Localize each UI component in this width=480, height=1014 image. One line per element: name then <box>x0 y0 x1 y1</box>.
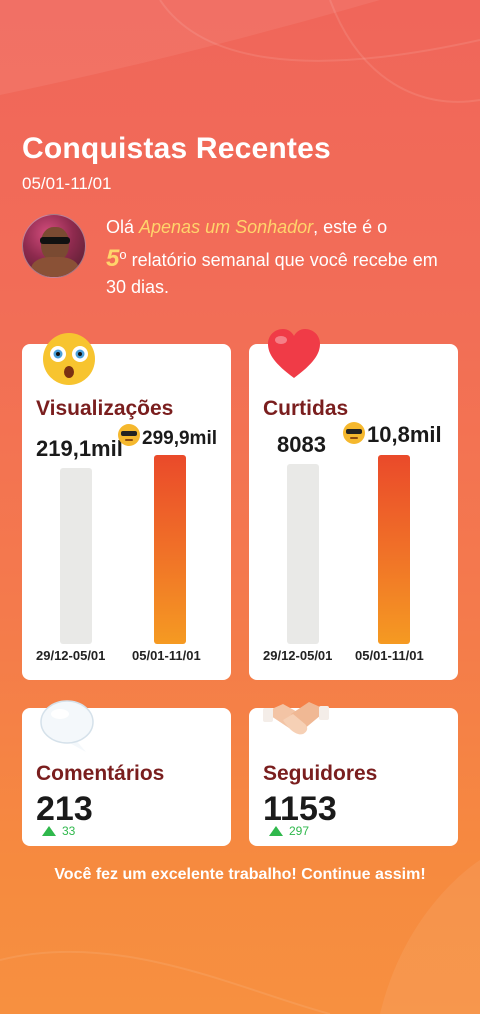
likes-current-bar <box>378 455 410 644</box>
sunglasses-icon <box>118 424 140 446</box>
page-title: Conquistas Recentes <box>22 132 331 165</box>
views-current-value: 299,9mil <box>142 428 217 449</box>
avatar[interactable] <box>22 214 86 278</box>
views-previous-period: 29/12-05/01 <box>36 648 106 663</box>
comments-label: Comentários <box>36 762 165 785</box>
surprised-face-icon <box>43 333 95 385</box>
views-current-value-wrap: 299,9mil <box>118 424 217 450</box>
likes-previous-value: 8083 <box>277 432 326 457</box>
followers-delta-value: 297 <box>289 824 310 838</box>
comments-delta-value: 33 <box>62 824 76 838</box>
comments-delta: 33 <box>42 824 75 838</box>
views-current-period: 05/01-11/01 <box>132 648 201 663</box>
views-card[interactable]: Visualizações 219,1mil 299,9mil 29/12-05… <box>22 333 231 680</box>
views-previous-value: 219,1mil <box>36 436 123 461</box>
views-current-bar <box>154 455 186 644</box>
views-label: Visualizações <box>36 397 174 420</box>
likes-previous-bar <box>287 464 319 644</box>
report-ordinal: 5 <box>106 245 120 272</box>
greeting-prefix: Olá <box>106 217 140 237</box>
speech-bubble-icon <box>40 700 94 752</box>
greeting-section: Olá Apenas um Sonhador, este é o 5o rela… <box>22 214 462 301</box>
header: Conquistas Recentes 05/01-11/01 <box>22 132 331 194</box>
greeting-mid: , este é o <box>313 217 388 237</box>
likes-label: Curtidas <box>263 397 349 420</box>
sunglasses-icon <box>343 422 365 444</box>
followers-card[interactable]: Seguidores 1153 297 <box>249 702 458 846</box>
likes-current-value-wrap: 10,8mil <box>343 422 442 448</box>
ordinal-suffix: o <box>119 247 127 262</box>
user-name: Apenas um Sonhador <box>139 217 314 237</box>
followers-delta: 297 <box>269 824 309 838</box>
handshake-icon <box>263 702 329 735</box>
likes-previous-period: 29/12-05/01 <box>263 648 333 663</box>
footer-message: Você fez um excelente trabalho! Continue… <box>54 866 426 883</box>
likes-card[interactable]: Curtidas 8083 10,8mil 29/12-05/01 05/01-… <box>249 329 458 680</box>
greeting-suffix: relatório semanal que você recebe em 30 … <box>106 250 438 297</box>
up-arrow-icon <box>42 826 56 836</box>
likes-current-value: 10,8mil <box>367 422 442 447</box>
greeting-text: Olá Apenas um Sonhador, este é o 5o rela… <box>106 214 462 301</box>
comments-card[interactable]: Comentários 213 33 <box>22 700 231 846</box>
up-arrow-icon <box>269 826 283 836</box>
likes-current-period: 05/01-11/01 <box>355 648 424 663</box>
heart-icon <box>268 329 320 378</box>
followers-label: Seguidores <box>263 762 378 785</box>
date-range: 05/01-11/01 <box>22 174 112 193</box>
views-previous-bar <box>60 468 92 644</box>
